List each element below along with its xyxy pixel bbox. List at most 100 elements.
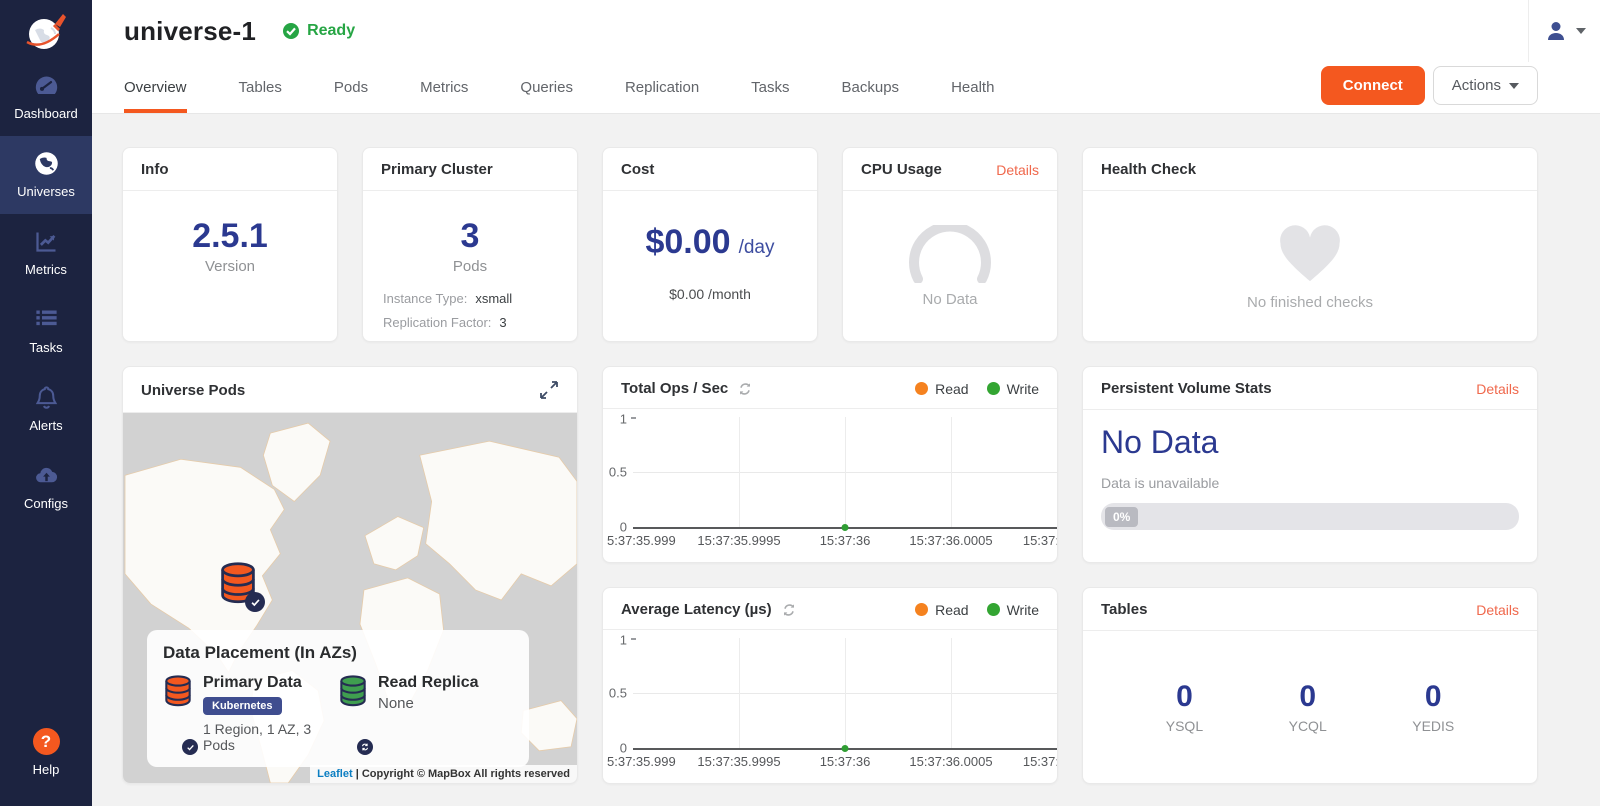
- user-menu[interactable]: [1528, 0, 1600, 62]
- chart-legend: Read Write: [915, 381, 1039, 397]
- chart-title: Total Ops / Sec: [621, 380, 728, 397]
- primary-data-block: Primary Data Kubernetes 1 Region, 1 AZ, …: [163, 674, 338, 753]
- dashboard-gauge-icon: [33, 72, 60, 99]
- health-check-card: Health Check No finished checks: [1082, 147, 1538, 342]
- pvs-details-link[interactable]: Details: [1476, 381, 1519, 397]
- sidebar-item-configs[interactable]: Configs: [0, 448, 92, 526]
- sidebar-item-label: Alerts: [29, 418, 62, 433]
- pods-label: Pods: [363, 258, 577, 275]
- health-empty-text: No finished checks: [1247, 294, 1373, 311]
- sidebar-item-metrics[interactable]: Metrics: [0, 214, 92, 292]
- write-legend-dot: [987, 603, 1000, 616]
- heart-icon: [1275, 222, 1345, 284]
- tables-card: Tables Details 0 YSQL 0 YCQL 0 YEDIS: [1082, 587, 1538, 784]
- sidebar-item-label: Universes: [17, 184, 75, 199]
- chevron-down-icon: [1509, 83, 1519, 89]
- chart-plot-area[interactable]: 1 0.5 0 5:37:35.999 15:37:35.9995 15:37:…: [603, 409, 1057, 562]
- info-card: Info 2.5.1 Version: [122, 147, 338, 342]
- instance-type-row: Instance Type:xsmall: [383, 291, 577, 306]
- sidebar-item-dashboard[interactable]: Dashboard: [0, 58, 92, 136]
- user-icon: [1544, 19, 1568, 43]
- globe-icon: [33, 150, 60, 177]
- status-text: Ready: [307, 22, 355, 40]
- refresh-icon[interactable]: [781, 602, 797, 618]
- metrics-chart-icon: [33, 228, 60, 255]
- sidebar-item-label: Metrics: [25, 262, 67, 277]
- tab-health[interactable]: Health: [951, 79, 994, 113]
- sidebar-item-label: Configs: [24, 496, 68, 511]
- card-title: Info: [141, 161, 169, 178]
- primary-data-detail: 1 Region, 1 AZ, 3 Pods: [203, 721, 338, 753]
- ysql-count: 0 YSQL: [1166, 680, 1203, 734]
- yedis-count: 0 YEDIS: [1412, 680, 1454, 734]
- tab-backups[interactable]: Backups: [842, 79, 900, 113]
- cpu-details-link[interactable]: Details: [996, 162, 1039, 178]
- cpu-usage-card: CPU Usage Details No Data: [842, 147, 1058, 342]
- page-header: universe-1 Ready Overview Tables Pods Me…: [92, 0, 1600, 114]
- check-badge-icon: [182, 739, 198, 755]
- help-icon: ?: [33, 728, 60, 755]
- version-label: Version: [123, 258, 337, 275]
- page-title: universe-1: [124, 16, 256, 47]
- read-replica-label: Read Replica: [378, 674, 478, 692]
- connect-button[interactable]: Connect: [1321, 66, 1425, 105]
- card-title: Primary Cluster: [381, 161, 493, 178]
- cpu-empty-text: No Data: [922, 291, 977, 308]
- cloud-upload-icon: [33, 462, 60, 489]
- sidebar-item-alerts[interactable]: Alerts: [0, 370, 92, 448]
- app-logo[interactable]: [0, 0, 92, 58]
- read-legend-dot: [915, 382, 928, 395]
- sidebar-item-help[interactable]: ? Help: [0, 714, 92, 792]
- status-badge: Ready: [282, 22, 355, 40]
- tab-tables[interactable]: Tables: [239, 79, 282, 113]
- gauge-arc-icon: [902, 225, 998, 283]
- cost-card: Cost $0.00 /day $0.00 /month: [602, 147, 818, 342]
- card-title: Health Check: [1101, 161, 1196, 178]
- leaflet-link[interactable]: Leaflet: [317, 768, 352, 780]
- average-latency-chart-card: Average Latency (µs) Read Write 1: [602, 587, 1058, 784]
- cluster-map-marker[interactable]: [218, 561, 258, 610]
- chevron-down-icon: [1576, 28, 1586, 34]
- write-legend-dot: [987, 382, 1000, 395]
- tab-bar: Overview Tables Pods Metrics Queries Rep…: [92, 62, 1600, 113]
- tab-overview[interactable]: Overview: [124, 79, 187, 113]
- pvs-progress-label: 0%: [1105, 507, 1138, 527]
- chart-title: Average Latency (µs): [621, 601, 772, 618]
- read-replica-block: Read Replica None: [338, 674, 513, 753]
- world-map[interactable]: Data Placement (In AZs): [123, 413, 577, 783]
- sidebar-item-label: Help: [33, 762, 60, 777]
- pvs-progress-bar: 0%: [1101, 503, 1519, 530]
- chart-legend: Read Write: [915, 602, 1039, 618]
- sidebar-item-tasks[interactable]: Tasks: [0, 292, 92, 370]
- card-title: CPU Usage: [861, 161, 942, 178]
- total-ops-chart-card: Total Ops / Sec Read Write 1: [602, 366, 1058, 563]
- cost-per-day: $0.00: [645, 223, 730, 262]
- data-placement-title: Data Placement (In AZs): [163, 643, 513, 663]
- primary-data-label: Primary Data: [203, 674, 338, 692]
- map-attribution: Leaflet | Copyright © MapBox All rights …: [310, 765, 577, 783]
- tab-replication[interactable]: Replication: [625, 79, 699, 113]
- pvs-no-data-heading: No Data: [1101, 424, 1519, 461]
- sync-badge-icon: [357, 739, 373, 755]
- tables-details-link[interactable]: Details: [1476, 602, 1519, 618]
- chart-plot-area[interactable]: 1 0.5 0 5:37:35.999 15:37:35.9995 15:37:…: [603, 630, 1057, 783]
- pvs-subtext: Data is unavailable: [1101, 475, 1519, 491]
- tab-queries[interactable]: Queries: [520, 79, 573, 113]
- read-legend-dot: [915, 603, 928, 616]
- data-placement-panel: Data Placement (In AZs): [147, 630, 529, 767]
- planet-rocket-logo-icon: [21, 8, 71, 58]
- check-circle-icon: [282, 22, 300, 40]
- tab-tasks[interactable]: Tasks: [751, 79, 789, 113]
- refresh-icon[interactable]: [737, 381, 753, 397]
- expand-icon[interactable]: [539, 380, 559, 400]
- read-replica-detail: None: [378, 695, 478, 712]
- tab-metrics[interactable]: Metrics: [420, 79, 468, 113]
- tab-pods[interactable]: Pods: [334, 79, 368, 113]
- primary-database-icon: [163, 674, 193, 708]
- cost-unit: /day: [739, 237, 775, 259]
- actions-dropdown-button[interactable]: Actions: [1433, 66, 1538, 105]
- sidebar-item-universes[interactable]: Universes: [0, 136, 92, 214]
- check-badge-icon: [245, 592, 265, 612]
- card-title: Universe Pods: [141, 382, 245, 399]
- actions-label: Actions: [1452, 77, 1501, 94]
